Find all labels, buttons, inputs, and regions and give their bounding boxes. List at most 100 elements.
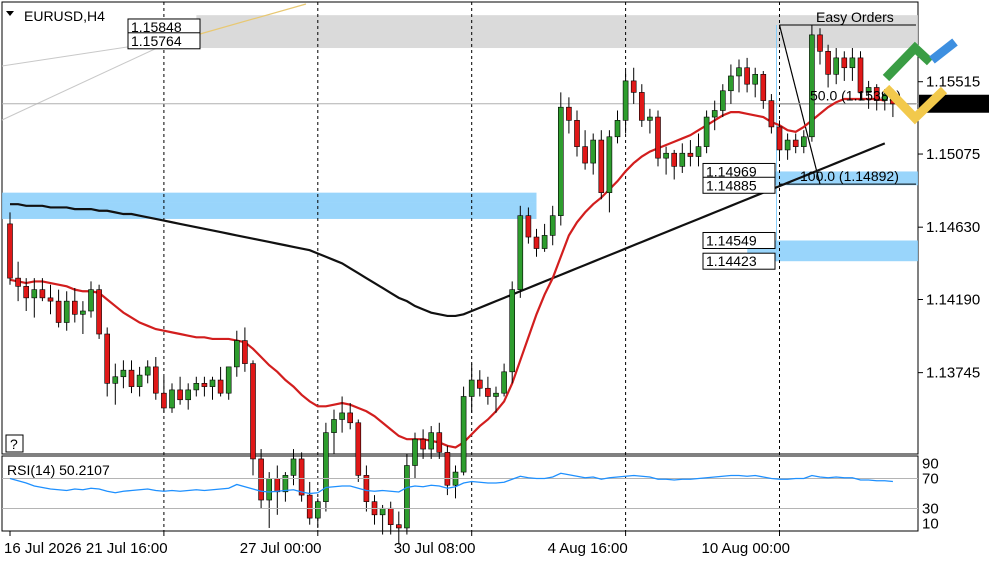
candle-bear bbox=[525, 215, 532, 238]
candle-bull bbox=[549, 215, 556, 236]
candle-bull bbox=[833, 57, 840, 75]
candles bbox=[7, 25, 896, 545]
time-tick-label: 21 Jul 16:00 bbox=[86, 540, 168, 557]
candle-bear bbox=[177, 389, 183, 401]
candle-bear bbox=[23, 286, 30, 299]
price-label: 1.14423 bbox=[706, 253, 757, 269]
candle-bear bbox=[768, 100, 775, 128]
candle-bear bbox=[153, 366, 159, 394]
candle-bull bbox=[468, 379, 475, 397]
candle-bull bbox=[647, 116, 653, 121]
candle-bear bbox=[566, 106, 572, 121]
fib-label: 100.0 (1.14892) bbox=[800, 168, 899, 184]
candle-bull bbox=[193, 383, 200, 391]
candle-bear bbox=[574, 120, 580, 147]
candle-bear bbox=[47, 297, 54, 302]
candle-bull bbox=[339, 412, 345, 420]
candle-bear bbox=[7, 223, 13, 279]
candle-bear bbox=[655, 116, 661, 159]
candle-bear bbox=[792, 139, 799, 147]
candle-bull bbox=[379, 507, 386, 516]
candle-bull bbox=[809, 34, 815, 138]
candle-bull bbox=[63, 300, 70, 323]
help-button-label: ? bbox=[10, 436, 18, 452]
candle-bull bbox=[428, 432, 435, 450]
candle-bull bbox=[169, 389, 175, 409]
candle-bear bbox=[638, 92, 645, 121]
candle-bull bbox=[752, 74, 759, 85]
candle-bear bbox=[347, 412, 354, 424]
candle-bull bbox=[144, 366, 151, 376]
rsi-pane-frame bbox=[1, 455, 919, 532]
price-label: 1.14549 bbox=[706, 232, 757, 248]
rsi-line bbox=[9, 472, 893, 495]
ma-red-line bbox=[9, 97, 886, 449]
chart: 1.155151.150751.146301.141901.1374590703… bbox=[1, 1, 989, 557]
candle-bear bbox=[55, 300, 62, 323]
candle-bear bbox=[161, 392, 167, 409]
candle-bear bbox=[201, 383, 208, 387]
time-tick-label: 27 Jul 00:00 bbox=[240, 540, 322, 557]
candle-bear bbox=[760, 74, 767, 101]
candle-bull bbox=[590, 139, 597, 164]
candle-bull bbox=[703, 116, 710, 147]
time-tick-label: 4 Aug 16:00 bbox=[548, 540, 628, 557]
rsi-indicator bbox=[2, 472, 918, 509]
candle-bear bbox=[485, 387, 491, 397]
candle-bear bbox=[630, 80, 637, 93]
candle-bull bbox=[557, 106, 564, 216]
zone-1 bbox=[2, 192, 537, 203]
candle-bear bbox=[217, 379, 224, 394]
candle-bull bbox=[225, 366, 232, 394]
candle-bull bbox=[719, 90, 726, 111]
moving-averages bbox=[9, 97, 886, 449]
candle-bull bbox=[849, 57, 856, 69]
candle-bull bbox=[501, 371, 507, 394]
candle-bull bbox=[606, 136, 613, 193]
rsi-tick-label: 70 bbox=[922, 471, 939, 488]
candle-bear bbox=[817, 34, 823, 52]
candle-bear bbox=[776, 126, 783, 151]
candle-bull bbox=[314, 501, 321, 519]
candle-bear bbox=[671, 152, 678, 167]
candle-bull bbox=[234, 340, 240, 368]
candle-bear bbox=[298, 458, 305, 496]
candle-bull bbox=[728, 75, 734, 92]
price-label: 1.14885 bbox=[706, 177, 757, 193]
dropdown-icon[interactable] bbox=[6, 11, 14, 16]
candle-bull bbox=[509, 289, 516, 373]
candle-bull bbox=[209, 379, 216, 387]
candle-bull bbox=[663, 152, 669, 159]
candle-bear bbox=[420, 438, 426, 450]
candle-bear bbox=[104, 333, 110, 384]
candle-bear bbox=[444, 452, 451, 486]
candle-bear bbox=[15, 277, 21, 287]
candle-bull bbox=[266, 478, 273, 501]
candle-bear bbox=[387, 507, 394, 525]
candle-bull bbox=[290, 458, 297, 476]
candle-bull bbox=[679, 152, 686, 167]
candle-bear bbox=[258, 458, 264, 501]
candle-bull bbox=[460, 396, 467, 473]
candle-bull bbox=[614, 120, 621, 138]
price-tick-label: 1.15075 bbox=[926, 146, 980, 163]
candle-bear bbox=[96, 289, 102, 335]
candle-bull bbox=[331, 419, 337, 433]
candle-bear bbox=[533, 236, 540, 249]
candle-bull bbox=[695, 146, 702, 157]
candle-bull bbox=[404, 465, 410, 529]
candle-bear bbox=[395, 524, 402, 529]
candle-bull bbox=[736, 67, 742, 77]
easy-orders-label[interactable]: Easy Orders bbox=[816, 9, 894, 25]
candle-bull bbox=[112, 376, 119, 384]
candle-bear bbox=[598, 139, 605, 193]
candle-bear bbox=[363, 475, 370, 502]
time-grid bbox=[2, 2, 918, 531]
candle-bear bbox=[841, 57, 848, 69]
candle-bear bbox=[744, 67, 750, 85]
candle-bear bbox=[250, 363, 256, 460]
candle-bull bbox=[541, 235, 548, 249]
candle-bear bbox=[242, 340, 248, 364]
candle-bull bbox=[493, 392, 499, 397]
price-tick-label: 1.14190 bbox=[926, 291, 980, 308]
